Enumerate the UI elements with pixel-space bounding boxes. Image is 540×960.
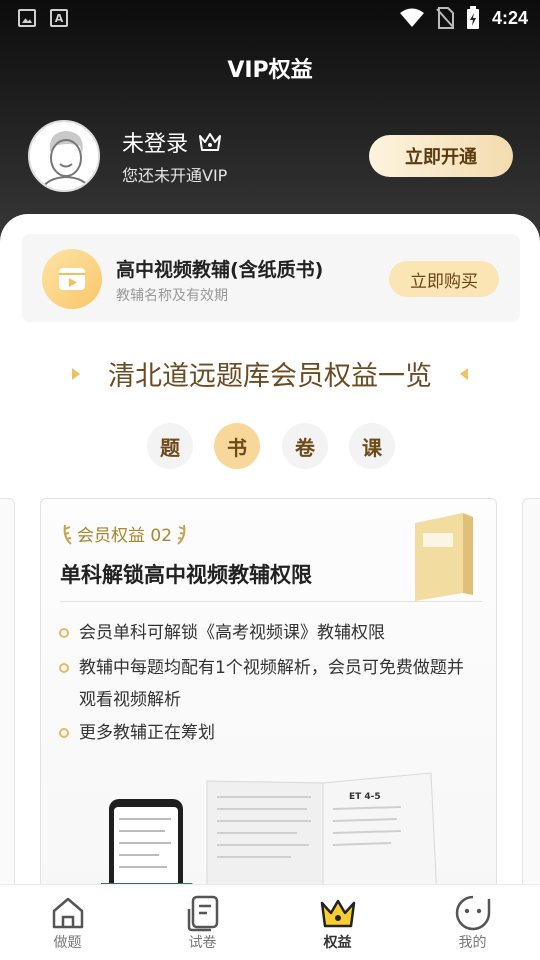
gallery-notification-icon — [18, 9, 36, 27]
video-icon — [42, 249, 102, 309]
benefit-divider — [60, 601, 482, 602]
bullet-dot-icon — [59, 663, 69, 673]
avatar[interactable] — [28, 120, 100, 192]
promo-card[interactable]: 高中视频教辅(含纸质书) 教辅名称及有效期 立即购买 — [22, 234, 520, 322]
tab-questions[interactable]: 题 — [147, 423, 193, 469]
nav-benefits-label: 权益 — [323, 935, 352, 951]
benefit-badge: 会员权益 02 — [61, 521, 188, 546]
section-title: 清北道远题库会员权益一览 — [108, 361, 432, 392]
face-icon — [455, 895, 491, 931]
tab-books[interactable]: 书 — [214, 423, 260, 469]
benefit-bullet-text: 更多教辅正在筹划 — [79, 723, 215, 743]
benefit-card[interactable]: 会员权益 02 单科解锁高中视频教辅权限 会员单科可解锁《高考视频课》教辅权限 … — [40, 498, 497, 898]
promo-title: 高中视频教辅(含纸质书) — [116, 259, 324, 281]
bullet-dot-icon — [59, 628, 69, 638]
right-triangle-icon — [460, 368, 468, 380]
crown-icon — [320, 899, 356, 928]
book-illustration-icon — [415, 513, 473, 601]
login-status[interactable]: 未登录 — [122, 126, 222, 158]
benefit-bullet-text: 会员单科可解锁《高考视频课》教辅权限 — [79, 623, 385, 643]
benefit-badge-label: 会员权益 02 — [77, 526, 173, 546]
promo-subtitle: 教辅名称及有效期 — [116, 288, 228, 304]
vip-crown-icon — [199, 133, 222, 151]
nav-mine[interactable]: 我的 — [405, 885, 540, 960]
buy-now-button[interactable]: 立即购买 — [389, 261, 499, 297]
no-sim-icon — [436, 7, 454, 29]
nav-papers-label: 试卷 — [188, 935, 217, 951]
nav-practice[interactable]: 做题 — [0, 885, 135, 960]
bullet-dot-icon — [59, 728, 69, 738]
benefit-bullet: 会员单科可解锁《高考视频课》教辅权限 — [59, 617, 479, 649]
nav-practice-label: 做题 — [53, 935, 82, 951]
home-icon — [52, 897, 84, 929]
font-notification-icon: A — [50, 9, 68, 27]
nav-benefits[interactable]: 权益 — [270, 885, 405, 960]
benefit-bullet: 教辅中每题均配有1个视频解析，会员可免费做题并观看视频解析 — [59, 652, 479, 716]
laurel-left-icon — [63, 524, 72, 545]
benefit-title: 单科解锁高中视频教辅权限 — [60, 563, 312, 587]
previous-benefit-card[interactable] — [0, 498, 15, 898]
paper-icon — [187, 895, 219, 932]
nav-papers[interactable]: 试卷 — [135, 885, 270, 960]
wifi-icon — [399, 8, 424, 27]
battery-icon — [466, 6, 479, 29]
bottom-navigation: 做题 试卷 权益 我的 — [0, 884, 540, 960]
benefit-bullet-text: 教辅中每题均配有1个视频解析，会员可免费做题并观看视频解析 — [79, 658, 464, 710]
status-bar: A 4:24 — [0, 0, 540, 36]
status-time: 4:24 — [491, 7, 528, 28]
tab-courses[interactable]: 课 — [349, 423, 395, 469]
book-cover-text: ET 4-5 — [349, 792, 381, 802]
nav-mine-label: 我的 — [458, 935, 487, 951]
vip-status-text: 您还未开通VIP — [122, 166, 228, 185]
benefit-bullet: 更多教辅正在筹划 — [59, 717, 479, 749]
phone-and-book-illustration-icon: ET 4-5 — [101, 772, 438, 897]
page-title: VIP权益 — [227, 58, 313, 83]
laurel-right-icon — [177, 524, 186, 545]
next-benefit-card[interactable] — [522, 498, 540, 898]
open-vip-button[interactable]: 立即开通 — [369, 135, 513, 177]
user-name: 未登录 — [122, 132, 189, 157]
tab-papers[interactable]: 卷 — [282, 423, 328, 469]
